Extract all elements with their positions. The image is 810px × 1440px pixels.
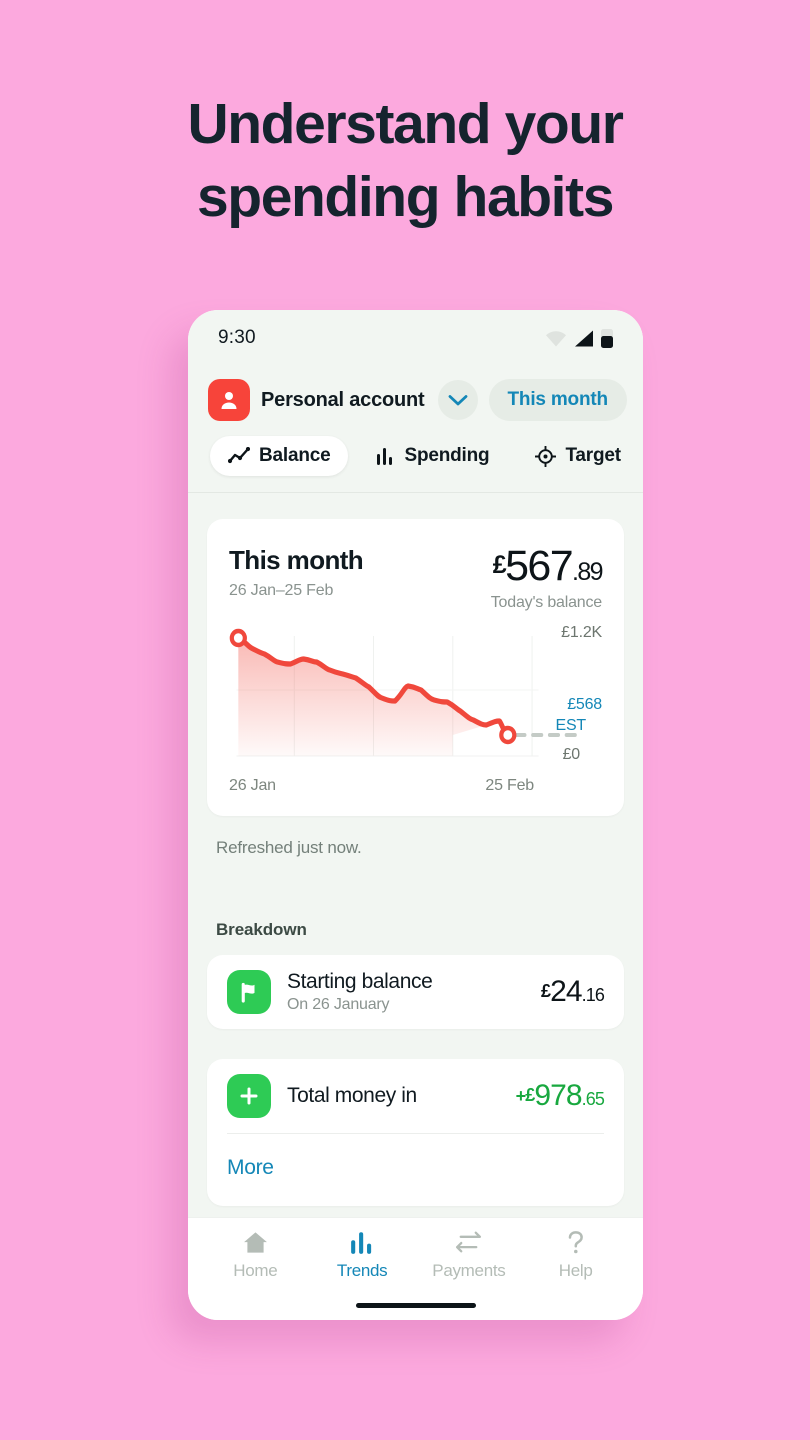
balance-currency-symbol: £ — [492, 551, 507, 579]
balance-caption: Today's balance — [490, 594, 602, 611]
plus-glyph — [240, 1087, 258, 1105]
target-icon — [535, 445, 557, 467]
balance-date-range: 26 Jan–25 Feb — [229, 582, 334, 599]
breakdown-card-starting-balance[interactable]: Starting balance On 26 January £24.16 — [207, 955, 624, 1029]
tab-spending[interactable]: Spending — [358, 436, 507, 476]
bottom-navigation: Home Trends Payments Help — [188, 1217, 643, 1320]
line-chart-icon — [228, 447, 250, 464]
account-switcher-button[interactable] — [437, 380, 478, 420]
breakdown-currency: £ — [525, 1085, 535, 1106]
chevron-down-icon — [448, 394, 467, 405]
breakdown-currency: £ — [540, 981, 551, 1002]
nav-item-help[interactable]: Help — [522, 1230, 629, 1281]
status-time: 9:30 — [218, 327, 256, 348]
balance-amount-block: £567.89 Today's balance — [490, 542, 604, 612]
list-item[interactable]: Starting balance On 26 January £24.16 — [227, 955, 605, 1029]
breakdown-text-block: Starting balance On 26 January — [287, 970, 525, 1014]
nav-label-payments: Payments — [432, 1261, 506, 1280]
phone-top-section: 9:30 Personal account This month Balance… — [188, 310, 643, 493]
signal-icon — [575, 330, 593, 346]
period-selector-button[interactable]: This month — [488, 379, 627, 421]
bar-chart-icon — [377, 447, 393, 465]
nav-item-home[interactable]: Home — [202, 1230, 309, 1281]
chart-end-marker — [499, 725, 517, 745]
account-header-row: Personal account This month — [188, 366, 643, 428]
tab-target-label: Target — [565, 445, 621, 466]
nav-label-help: Help — [558, 1261, 593, 1280]
breakdown-integer: 978 — [534, 1079, 582, 1112]
y-axis-label-bottom: £0 — [562, 746, 581, 763]
nav-item-payments[interactable]: Payments — [416, 1230, 523, 1281]
balance-card-title: This month — [229, 545, 364, 575]
status-bar: 9:30 — [188, 310, 643, 366]
breakdown-integer: 24 — [550, 975, 582, 1008]
question-icon — [568, 1231, 583, 1254]
y-axis-label-est-suffix: EST — [555, 717, 586, 734]
battery-icon — [601, 328, 613, 348]
breakdown-sign: + — [515, 1085, 526, 1106]
chart-area-fill — [238, 638, 500, 756]
breakdown-section-heading: Breakdown — [216, 920, 307, 939]
nav-label-trends: Trends — [336, 1261, 388, 1280]
balance-card-header: This month 26 Jan–25 Feb £567.89 Today's… — [229, 542, 604, 612]
wifi-icon — [546, 330, 566, 346]
chart-start-marker — [229, 628, 247, 648]
breakdown-decimal: .65 — [581, 1089, 605, 1109]
breakdown-amount: +£978.65 — [515, 1079, 605, 1112]
x-axis-labels: 26 Jan 25 Feb — [229, 777, 602, 795]
transfer-icon — [456, 1231, 482, 1253]
balance-decimal: .89 — [572, 558, 604, 586]
headline-line-1: Understand your — [187, 92, 623, 156]
x-axis-label-start: 26 Jan — [229, 777, 276, 794]
breakdown-text-block: Total money in — [287, 1084, 500, 1108]
phone-mockup: 9:30 Personal account This month Balance… — [188, 310, 643, 1320]
flag-icon — [227, 970, 271, 1014]
headline-line-2: spending habits — [196, 164, 614, 229]
balance-period-block: This month 26 Jan–25 Feb — [229, 545, 364, 600]
nav-label-home: Home — [233, 1261, 278, 1280]
balance-chart-card: This month 26 Jan–25 Feb £567.89 Today's… — [207, 519, 624, 816]
account-name-label[interactable]: Personal account — [261, 389, 425, 412]
refreshed-status-text: Refreshed just now. — [216, 838, 362, 857]
page-headline: Understand your spending habits — [0, 88, 810, 234]
tab-spending-label: Spending — [404, 445, 490, 466]
home-indicator — [355, 1303, 476, 1308]
tab-target[interactable]: Target — [517, 436, 638, 476]
y-axis-label-estimate: £568 — [567, 696, 602, 713]
person-avatar-icon[interactable] — [208, 379, 250, 421]
breakdown-sublabel: On 26 January — [287, 996, 390, 1013]
breakdown-amount: £24.16 — [540, 975, 605, 1008]
balance-chart-svg — [229, 628, 586, 757]
bar-chart-icon — [350, 1232, 371, 1254]
avatar-person-glyph — [221, 392, 237, 409]
segment-tabs: Balance Spending Target — [188, 428, 643, 492]
nav-item-trends[interactable]: Trends — [309, 1230, 416, 1281]
list-item[interactable]: Total money in +£978.65 — [227, 1059, 605, 1133]
bottom-nav-items: Home Trends Payments Help — [202, 1230, 629, 1281]
y-axis-label-top: £1.2K — [561, 624, 602, 641]
balance-integer: 567 — [505, 542, 574, 590]
more-link[interactable]: More — [227, 1134, 604, 1206]
tab-balance[interactable]: Balance — [210, 436, 349, 476]
breakdown-label: Starting balance — [287, 970, 433, 993]
x-axis-label-end: 25 Feb — [485, 777, 534, 794]
home-icon — [243, 1232, 267, 1253]
todays-balance-amount: £567.89 — [491, 542, 604, 590]
breakdown-label: Total money in — [287, 1084, 417, 1107]
flag-glyph — [241, 982, 254, 1003]
phone-scroll-body[interactable]: This month 26 Jan–25 Feb £567.89 Today's… — [188, 493, 643, 1217]
tab-balance-label: Balance — [259, 445, 331, 466]
plus-icon — [227, 1074, 271, 1118]
breakdown-decimal: .16 — [581, 985, 605, 1005]
status-icons — [545, 328, 613, 348]
breakdown-card-money-in[interactable]: Total money in +£978.65 More — [207, 1059, 624, 1206]
balance-chart[interactable]: £1.2K £568 EST £0 26 Jan 25 Feb — [229, 624, 602, 798]
